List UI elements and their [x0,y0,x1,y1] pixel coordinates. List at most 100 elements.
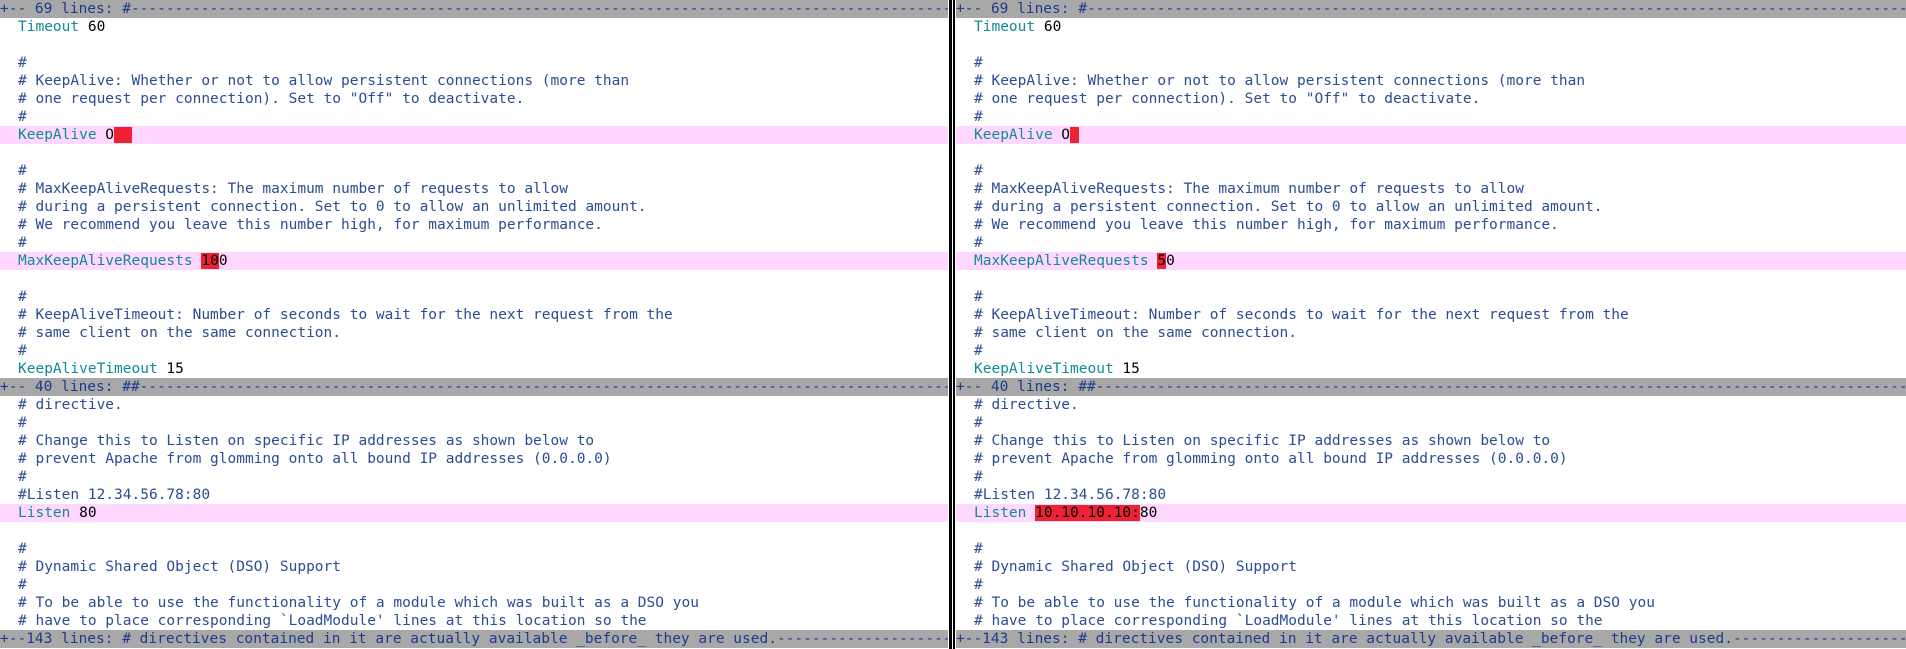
comment-line: # Change this to Listen on specific IP a… [18,433,595,449]
comment-line: # MaxKeepAliveRequests: The maximum numb… [18,181,568,197]
comment-line: # [18,577,27,593]
directive-keyword: MaxKeepAliveRequests [974,253,1149,269]
fold-text: +-- 69 lines: #-------------------------… [0,1,948,17]
diff-change-text: 10 [201,253,219,269]
changed-line-listen: Listen 80 [0,504,948,522]
fold-line[interactable]: +--143 lines: # directives contained in … [0,630,948,648]
comment-line: # [974,109,983,125]
vertical-split-separator[interactable] [948,0,956,649]
comment-line: # [18,469,27,485]
diff-change-text: 5 [1157,253,1167,269]
comment-line: # KeepAlive: Whether or not to allow per… [18,73,630,89]
comment-line: # KeepAlive: Whether or not to allow per… [974,73,1586,89]
fold-text: +--143 lines: # directives contained in … [0,631,948,647]
right-diff-pane[interactable]: +-- 69 lines: #-------------------------… [956,0,1906,649]
comment-line: # same client on the same connection. [974,325,1298,341]
directive-value: O [1052,127,1071,143]
comment-line: # [974,163,983,179]
comment-line: # [18,541,27,557]
directive-value: 80 [70,505,97,521]
comment-line: # To be able to use the functionality of… [974,595,1655,611]
fold-text: +-- 40 lines: ##------------------------… [0,379,948,395]
comment-line: #Listen 12.34.56.78:80 [18,487,211,503]
comment-line: # have to place corresponding `LoadModul… [18,613,647,629]
comment-line: # [18,235,27,251]
directive-keyword: KeepAliveTimeout [18,361,158,377]
directive-value: 0 [1166,253,1175,269]
comment-line: # To be able to use the functionality of… [18,595,699,611]
fold-line[interactable]: +--143 lines: # directives contained in … [956,630,1906,648]
changed-line-listen: Listen 10.10.10.10:80 [956,504,1906,522]
directive-value: 60 [79,19,106,35]
comment-line: # [974,289,983,305]
comment-line: # during a persistent connection. Set to… [18,199,647,215]
directive-keyword: Listen [974,505,1027,521]
code-line: KeepAliveTimeout 15 [0,360,948,378]
comment-line: # [974,541,983,557]
fold-text: +-- 40 lines: ##------------------------… [956,379,1906,395]
comment-line: # one request per connection). Set to "O… [18,91,525,107]
comment-line: # Dynamic Shared Object (DSO) Support [18,559,342,575]
changed-line-maxkeepaliverequests: MaxKeepAliveRequests 50 [956,252,1906,270]
fold-line[interactable]: +-- 69 lines: #-------------------------… [956,0,1906,18]
directive-value: 15 [157,361,184,377]
comment-line: # [974,577,983,593]
comment-line: # one request per connection). Set to "O… [974,91,1481,107]
directive-value: 0 [218,253,228,269]
directive-keyword: KeepAlive [18,127,97,143]
comment-line: # have to place corresponding `LoadModul… [974,613,1603,629]
fold-line[interactable]: +-- 40 lines: ##------------------------… [0,378,948,396]
directive-keyword: MaxKeepAliveRequests [18,253,193,269]
directive-keyword: Timeout [18,19,80,35]
changed-line-maxkeepaliverequests: MaxKeepAliveRequests 100 [0,252,948,270]
comment-line: # [974,55,983,71]
comment-line: # [18,163,27,179]
directive-keyword: Timeout [974,19,1036,35]
directive-value: 80 [1139,505,1158,521]
code-line: KeepAliveTimeout 15 [956,360,1906,378]
comment-line: # [18,109,27,125]
code-line: Timeout 60 [0,18,948,36]
vimdiff-editor[interactable]: +-- 69 lines: #-------------------------… [0,0,1906,649]
comment-line: # [18,415,27,431]
diff-change-marker [1070,127,1080,143]
directive-value: 15 [1113,361,1140,377]
fold-text: +-- 69 lines: #-------------------------… [956,1,1906,17]
comment-line: # [974,343,983,359]
changed-line-keepalive: KeepAlive O [0,126,948,144]
comment-line: # [974,415,983,431]
comment-line: # same client on the same connection. [18,325,342,341]
left-diff-pane[interactable]: +-- 69 lines: #-------------------------… [0,0,948,649]
comment-line: # [18,55,27,71]
comment-line: # MaxKeepAliveRequests: The maximum numb… [974,181,1524,197]
directive-value: 60 [1035,19,1062,35]
comment-line: # directive. [974,397,1079,413]
comment-line: # Dynamic Shared Object (DSO) Support [974,559,1298,575]
comment-line: # [18,343,27,359]
directive-value: O [96,127,115,143]
comment-line: #Listen 12.34.56.78:80 [974,487,1167,503]
comment-line: # prevent Apache from glomming onto all … [974,451,1568,467]
fold-line[interactable]: +-- 69 lines: #-------------------------… [0,0,948,18]
directive-keyword: KeepAlive [974,127,1053,143]
directive-keyword: Listen [18,505,71,521]
fold-line[interactable]: +-- 40 lines: ##------------------------… [956,378,1906,396]
directive-keyword: KeepAliveTimeout [974,361,1114,377]
changed-line-keepalive: KeepAlive O [956,126,1906,144]
comment-line: # directive. [18,397,123,413]
comment-line: # Change this to Listen on specific IP a… [974,433,1551,449]
comment-line: # during a persistent connection. Set to… [974,199,1603,215]
comment-line: # We recommend you leave this number hig… [974,217,1559,233]
diff-change-marker [114,127,133,143]
comment-line: # [974,235,983,251]
comment-line: # [974,469,983,485]
comment-line: # prevent Apache from glomming onto all … [18,451,612,467]
fold-text: +--143 lines: # directives contained in … [956,631,1906,647]
